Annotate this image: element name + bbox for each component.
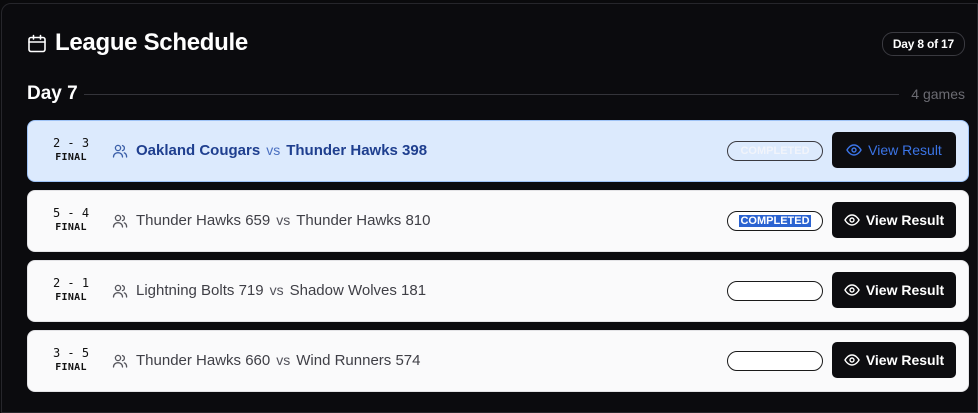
game-status-label: FINAL [55, 152, 87, 163]
game-list: 2 - 3 FINAL Oakland Cougars vs Thunder Haw… [27, 120, 969, 400]
home-team: Thunder Hawks 660 [136, 352, 271, 369]
status-badge [727, 281, 823, 301]
view-result-label: View Result [865, 352, 945, 368]
score: 5 - 4 [52, 206, 90, 220]
status-badge: COMPLETED [727, 141, 823, 161]
score: 2 - 3 [52, 136, 90, 150]
day-progress-badge: Day 8 of 17 [881, 32, 965, 56]
status-badge [727, 351, 823, 371]
day-label: Day 7 [27, 83, 78, 104]
game-status-label: FINAL [55, 362, 87, 373]
game-row[interactable]: 2 - 1 FINAL Lightning Bolts 719 vs Shadow … [27, 260, 969, 322]
view-result-button[interactable]: View Result [832, 202, 956, 238]
users-icon [112, 144, 128, 158]
view-result-button[interactable]: View Result [832, 272, 956, 308]
schedule-panel: League Schedule Day 8 of 17 Day 7 4 game… [1, 3, 978, 413]
eye-icon [844, 354, 860, 366]
game-row[interactable]: 2 - 3 FINAL Oakland Cougars vs Thunder Haw… [27, 120, 969, 182]
game-count: 4 games [911, 86, 965, 102]
page-title: League Schedule [55, 29, 248, 56]
users-icon [112, 284, 128, 298]
view-result-label: View Result [865, 282, 945, 298]
vs-label: vs [269, 282, 284, 298]
eye-icon [846, 144, 862, 156]
matchup: Lightning Bolts 719 vs Shadow Wolves 181 [136, 282, 426, 299]
score-block: 5 - 4 FINAL [38, 205, 104, 235]
away-team: Thunder Hawks 810 [296, 212, 431, 229]
status-badge-text: COMPLETED [740, 145, 810, 157]
view-result-label: View Result [868, 142, 942, 158]
game-status-label: FINAL [55, 222, 87, 233]
game-row[interactable]: 3 - 5 FINAL Thunder Hawks 660 vs Wind Runn… [27, 330, 969, 392]
vs-label: vs [276, 352, 291, 368]
score: 2 - 1 [52, 276, 90, 290]
users-icon [112, 354, 128, 368]
calendar-icon [28, 34, 46, 53]
home-team: Thunder Hawks 659 [136, 212, 271, 229]
vs-label: vs [276, 212, 291, 228]
score-block: 2 - 1 FINAL [38, 275, 104, 305]
score-block: 2 - 3 FINAL [38, 135, 104, 165]
view-result-button[interactable]: View Result [832, 132, 956, 168]
home-team: Oakland Cougars [136, 142, 261, 159]
score: 3 - 5 [52, 346, 90, 360]
schedule-header: League Schedule Day 8 of 17 [27, 26, 965, 62]
view-result-label: View Result [865, 212, 945, 228]
eye-icon [844, 284, 860, 296]
away-team: Thunder Hawks 398 [286, 142, 428, 159]
users-icon [112, 214, 128, 228]
home-team: Lightning Bolts 719 [136, 282, 264, 299]
matchup: Oakland Cougars vs Thunder Hawks 398 [136, 142, 427, 159]
view-result-button[interactable]: View Result [832, 342, 956, 378]
score-block: 3 - 5 FINAL [38, 345, 104, 375]
matchup: Thunder Hawks 660 vs Wind Runners 574 [136, 352, 420, 369]
eye-icon [844, 214, 860, 226]
divider [84, 94, 899, 95]
vs-label: vs [266, 142, 281, 158]
matchup: Thunder Hawks 659 vs Thunder Hawks 810 [136, 212, 431, 229]
status-badge: COMPLETED [727, 211, 823, 231]
game-row[interactable]: 5 - 4 FINAL Thunder Hawks 659 vs Thunder H… [27, 190, 969, 252]
game-status-label: FINAL [55, 292, 87, 303]
day-section-header: Day 7 4 games [27, 82, 965, 106]
away-team: Shadow Wolves 181 [289, 282, 427, 299]
status-badge-text: COMPLETED [739, 215, 811, 227]
away-team: Wind Runners 574 [296, 352, 421, 369]
